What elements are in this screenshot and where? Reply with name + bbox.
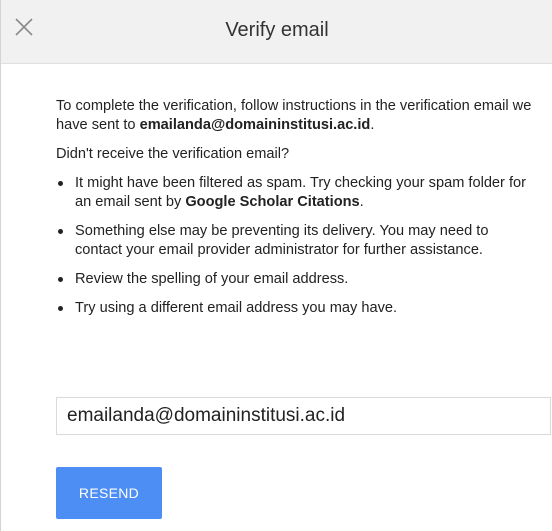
intro-suffix: . (370, 117, 375, 133)
list-item: Review the spelling of your email addres… (56, 270, 536, 289)
intro-email: emailanda@domaininstitusi.ac.id (139, 117, 371, 133)
bullet-text: Try using a different email address you … (75, 300, 398, 316)
list-item: Something else may be preventing its del… (56, 222, 536, 260)
bullet-text: Review the spelling of your email addres… (75, 271, 349, 287)
email-field[interactable] (56, 397, 551, 435)
resend-button[interactable]: RESEND (56, 467, 162, 519)
bullet-suffix: . (359, 194, 364, 210)
verify-email-dialog: Verify email To complete the verificatio… (0, 0, 552, 531)
dialog-title: Verify email (225, 19, 329, 41)
intro-text: To complete the verification, follow ins… (56, 97, 536, 135)
dialog-header: Verify email (1, 0, 552, 64)
question-text: Didn't receive the verification email? (56, 146, 290, 162)
bullet-text: Something else may be preventing its del… (75, 223, 489, 258)
list-item: Try using a different email address you … (56, 299, 536, 318)
suggestion-list: It might have been filtered as spam. Try… (56, 174, 536, 318)
bullet-sender: Google Scholar Citations (185, 194, 360, 210)
list-item: It might have been filtered as spam. Try… (56, 174, 536, 212)
dialog-content: To complete the verification, follow ins… (56, 97, 536, 328)
